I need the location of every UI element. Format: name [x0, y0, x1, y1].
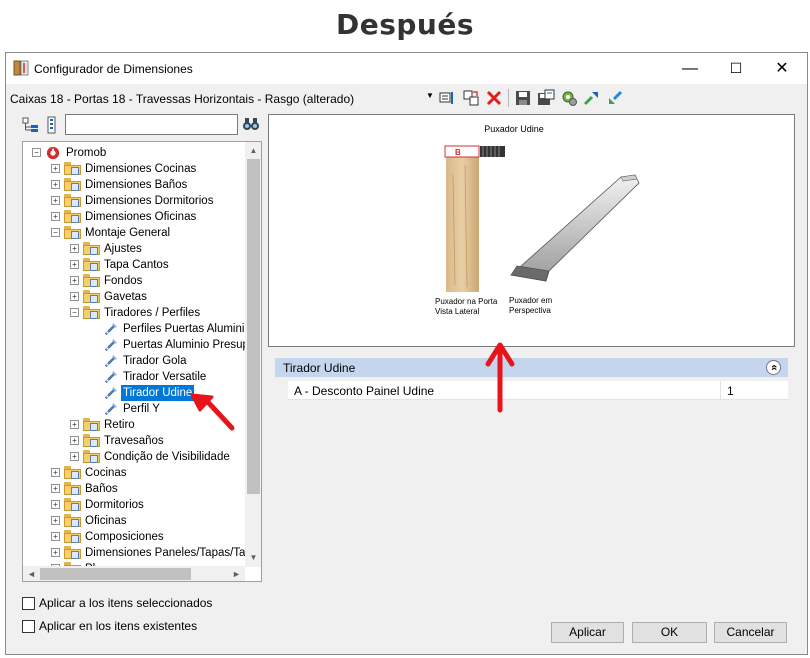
annotation-arrow-tree — [190, 393, 235, 431]
annotation-arrow-preview — [485, 342, 515, 413]
annotation-overlay — [190, 342, 515, 431]
